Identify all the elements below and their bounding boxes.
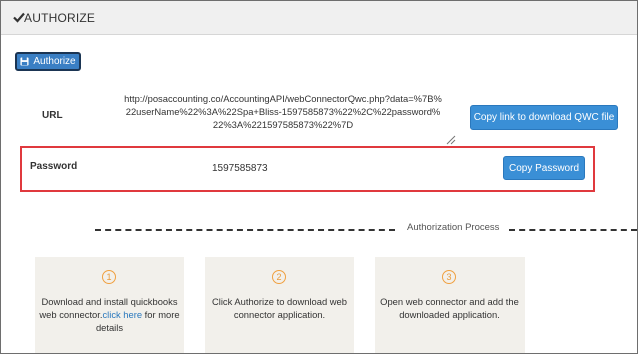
panel-title: AUTHORIZE (24, 11, 96, 25)
resize-grip-icon[interactable] (446, 135, 456, 145)
step-number-2: 2 (272, 270, 286, 284)
authorize-button[interactable]: Authorize (15, 52, 81, 71)
step-text-2: Click Authorize to download web connecto… (212, 296, 347, 320)
step-text-3: Open web connector and add the downloade… (380, 296, 519, 320)
click-here-link[interactable]: click here (102, 309, 142, 320)
url-textarea[interactable]: http://posaccounting.co/AccountingAPI/we… (124, 92, 442, 138)
divider-right (509, 229, 637, 231)
authorize-button-label: Authorize (33, 56, 76, 67)
step-card-3: 3 Open web connector and add the downloa… (375, 257, 525, 353)
step-number-1: 1 (102, 270, 116, 284)
step-card-1: 1 Download and install quickbooks web co… (35, 257, 184, 353)
password-value: 1597585873 (212, 163, 268, 174)
copy-password-button[interactable]: Copy Password (503, 156, 585, 180)
copy-link-button[interactable]: Copy link to download QWC file (470, 105, 618, 130)
step-card-2: 2 Click Authorize to download web connec… (205, 257, 354, 353)
step-text-1: Download and install quickbooks web conn… (39, 295, 180, 334)
authorization-process-label: Authorization Process (407, 222, 500, 233)
authorize-panel: AUTHORIZE Authorize URL http://posaccoun… (0, 0, 638, 354)
url-label: URL (42, 110, 63, 121)
floppy-disk-icon (20, 57, 29, 66)
divider-left (95, 229, 395, 231)
step-number-3: 3 (442, 270, 456, 284)
panel-header[interactable]: AUTHORIZE (1, 1, 637, 35)
password-label: Password (30, 161, 78, 172)
